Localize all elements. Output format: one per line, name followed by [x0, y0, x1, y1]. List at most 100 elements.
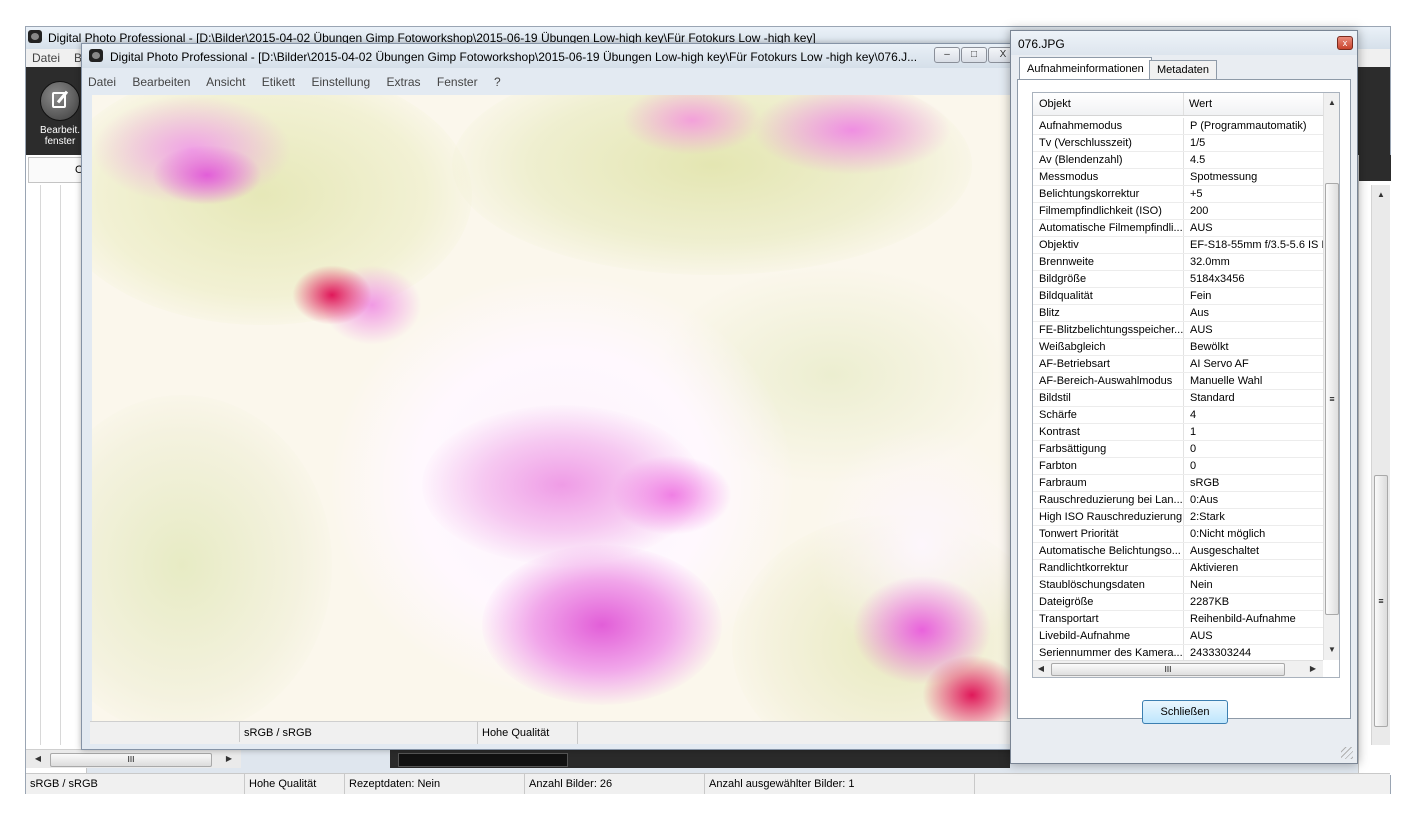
scroll-up-arrow-icon[interactable]: ▲: [1324, 95, 1339, 111]
menu-einstellung[interactable]: Einstellung: [311, 75, 370, 89]
metadata-row[interactable]: Tv (Verschlusszeit) 1/5: [1033, 134, 1323, 152]
metadata-hscrollbar[interactable]: ◀ III ▶: [1033, 660, 1323, 677]
main-menu-datei[interactable]: Datei: [32, 51, 60, 65]
right-vscrollbar[interactable]: ▲ ≡: [1371, 185, 1390, 745]
metadata-row[interactable]: Staublöschungsdaten Nein: [1033, 576, 1323, 594]
minimize-button[interactable]: –: [934, 47, 960, 63]
scroll-right-arrow-icon[interactable]: ▶: [1305, 661, 1321, 677]
metadata-row[interactable]: Rauschreduzierung bei Lan... 0:Aus: [1033, 491, 1323, 509]
metadata-row[interactable]: Livebild-Aufnahme AUS: [1033, 627, 1323, 645]
metadata-row[interactable]: Randlichtkorrektur Aktivieren: [1033, 559, 1323, 577]
schliessen-button[interactable]: Schließen: [1142, 700, 1228, 724]
main-hscroll-thumb[interactable]: III: [50, 753, 212, 767]
column-header-wert[interactable]: Wert: [1189, 98, 1212, 110]
metadata-row[interactable]: AF-Betriebsart AI Servo AF: [1033, 355, 1323, 373]
metadata-row[interactable]: Messmodus Spotmessung: [1033, 168, 1323, 186]
dialog-titlebar[interactable]: 076.JPG x: [1011, 31, 1357, 55]
flower-blob: [152, 145, 262, 205]
main-statusbar: sRGB / sRGB Hohe Qualität Rezeptdaten: N…: [26, 773, 1390, 794]
edit-window-title: Digital Photo Professional - [D:\Bilder\…: [110, 50, 918, 64]
metadata-value: EF-S18-55mm f/3.5-5.6 IS II: [1183, 236, 1323, 254]
metadata-row[interactable]: Transportart Reihenbild-Aufnahme: [1033, 610, 1323, 628]
metadata-row[interactable]: Blitz Aus: [1033, 304, 1323, 322]
list-header[interactable]: O: [28, 157, 84, 183]
metadata-value: 4.5: [1183, 151, 1323, 169]
metadata-row[interactable]: Belichtungskorrektur +5: [1033, 185, 1323, 203]
metadata-value: AUS: [1183, 321, 1323, 339]
maximize-button[interactable]: □: [961, 47, 987, 63]
metadata-row[interactable]: Automatische Filmempfindli... AUS: [1033, 219, 1323, 237]
right-vscroll-thumb[interactable]: ≡: [1374, 475, 1388, 727]
metadata-vscrollbar[interactable]: ▲ ≡ ▼: [1323, 93, 1339, 660]
scroll-left-arrow-icon[interactable]: ◀: [30, 751, 46, 767]
menu-fenster[interactable]: Fenster: [437, 75, 478, 89]
tab-aufnahmeinformationen[interactable]: Aufnahmeinformationen: [1019, 57, 1152, 80]
metadata-row[interactable]: Aufnahmemodus P (Programmautomatik): [1033, 118, 1323, 135]
metadata-row[interactable]: Farbsättigung 0: [1033, 440, 1323, 458]
scroll-left-arrow-icon[interactable]: ◀: [1033, 661, 1049, 677]
metadata-key: Rauschreduzierung bei Lan...: [1033, 491, 1184, 509]
menu-etikett[interactable]: Etikett: [262, 75, 295, 89]
metadata-row[interactable]: Farbraum sRGB: [1033, 474, 1323, 492]
edit-statusbar: sRGB / sRGB Hohe Qualität: [90, 721, 1012, 744]
menu-ansicht[interactable]: Ansicht: [206, 75, 245, 89]
flower-blob: [292, 265, 372, 325]
metadata-row[interactable]: Weißabgleich Bewölkt: [1033, 338, 1323, 356]
metadata-row[interactable]: FE-Blitzbelichtungsspeicher... AUS: [1033, 321, 1323, 339]
status-image-count: Anzahl Bilder: 26: [525, 774, 705, 794]
metadata-row[interactable]: Kontrast 1: [1033, 423, 1323, 441]
info-dialog: 076.JPG x Aufnahmeinformationen Metadate…: [1010, 30, 1358, 764]
menu-extras[interactable]: Extras: [387, 75, 421, 89]
metadata-key: Farbraum: [1033, 474, 1184, 492]
photo-preview[interactable]: [92, 95, 1012, 721]
dialog-close-button[interactable]: x: [1337, 36, 1353, 50]
menu-help[interactable]: ?: [494, 75, 501, 89]
tab-metadaten[interactable]: Metadaten: [1149, 60, 1217, 79]
metadata-row[interactable]: Bildqualität Fein: [1033, 287, 1323, 305]
metadata-row[interactable]: Filmempfindlichkeit (ISO) 200: [1033, 202, 1323, 220]
menu-bearbeiten[interactable]: Bearbeiten: [132, 75, 190, 89]
column-header-objekt[interactable]: Objekt: [1039, 98, 1071, 110]
scroll-up-arrow-icon[interactable]: ▲: [1373, 187, 1389, 203]
metadata-key: Weißabgleich: [1033, 338, 1184, 356]
metadata-value: Nein: [1183, 576, 1323, 594]
metadata-key: Livebild-Aufnahme: [1033, 627, 1184, 645]
scroll-down-arrow-icon[interactable]: ▼: [1324, 642, 1339, 658]
metadata-value: 5184x3456: [1183, 270, 1323, 288]
metadata-value: 4: [1183, 406, 1323, 424]
metadata-row[interactable]: Farbton 0: [1033, 457, 1323, 475]
metadata-rows: Aufnahmemodus P (Programmautomatik) Tv (Ve…: [1033, 118, 1323, 660]
metadata-value: 1/5: [1183, 134, 1323, 152]
edit-titlebar[interactable]: Digital Photo Professional - [D:\Bilder\…: [82, 44, 1020, 68]
metadata-row[interactable]: AF-Bereich-Auswahlmodus Manuelle Wahl: [1033, 372, 1323, 390]
metadata-row[interactable]: Seriennummer des Kamera... 2433303244: [1033, 644, 1323, 660]
metadata-hscroll-thumb[interactable]: III: [1051, 663, 1285, 676]
metadata-value: Aus: [1183, 304, 1323, 322]
metadata-row[interactable]: Tonwert Priorität 0:Nicht möglich: [1033, 525, 1323, 543]
metadata-header: Objekt Wert: [1033, 93, 1323, 116]
metadata-value: sRGB: [1183, 474, 1323, 492]
metadata-vscroll-thumb[interactable]: ≡: [1325, 183, 1339, 615]
main-hscrollbar[interactable]: ◀ III ▶: [26, 749, 241, 768]
edit-window-button[interactable]: Bearbeit. fenster: [34, 75, 86, 147]
menu-datei[interactable]: Datei: [88, 75, 116, 89]
metadata-row[interactable]: Objektiv EF-S18-55mm f/3.5-5.6 IS II: [1033, 236, 1323, 254]
metadata-row[interactable]: Bildgröße 5184x3456: [1033, 270, 1323, 288]
metadata-row[interactable]: High ISO Rauschreduzierung 2:Stark: [1033, 508, 1323, 526]
metadata-key: FE-Blitzbelichtungsspeicher...: [1033, 321, 1184, 339]
metadata-key: Farbton: [1033, 457, 1184, 475]
camera-icon: [89, 49, 103, 62]
metadata-value: Aktivieren: [1183, 559, 1323, 577]
resize-grip[interactable]: [1341, 747, 1353, 759]
metadata-key: Schärfe: [1033, 406, 1184, 424]
metadata-key: Bildgröße: [1033, 270, 1184, 288]
metadata-row[interactable]: Brennweite 32.0mm: [1033, 253, 1323, 271]
metadata-value: 2:Stark: [1183, 508, 1323, 526]
metadata-row[interactable]: Dateigröße 2287KB: [1033, 593, 1323, 611]
metadata-row[interactable]: Bildstil Standard: [1033, 389, 1323, 407]
metadata-row[interactable]: Schärfe 4: [1033, 406, 1323, 424]
metadata-row[interactable]: Automatische Belichtungso... Ausgeschalte…: [1033, 542, 1323, 560]
metadata-row[interactable]: Av (Blendenzahl) 4.5: [1033, 151, 1323, 169]
scroll-right-arrow-icon[interactable]: ▶: [221, 751, 237, 767]
metadata-key: Seriennummer des Kamera...: [1033, 644, 1184, 660]
